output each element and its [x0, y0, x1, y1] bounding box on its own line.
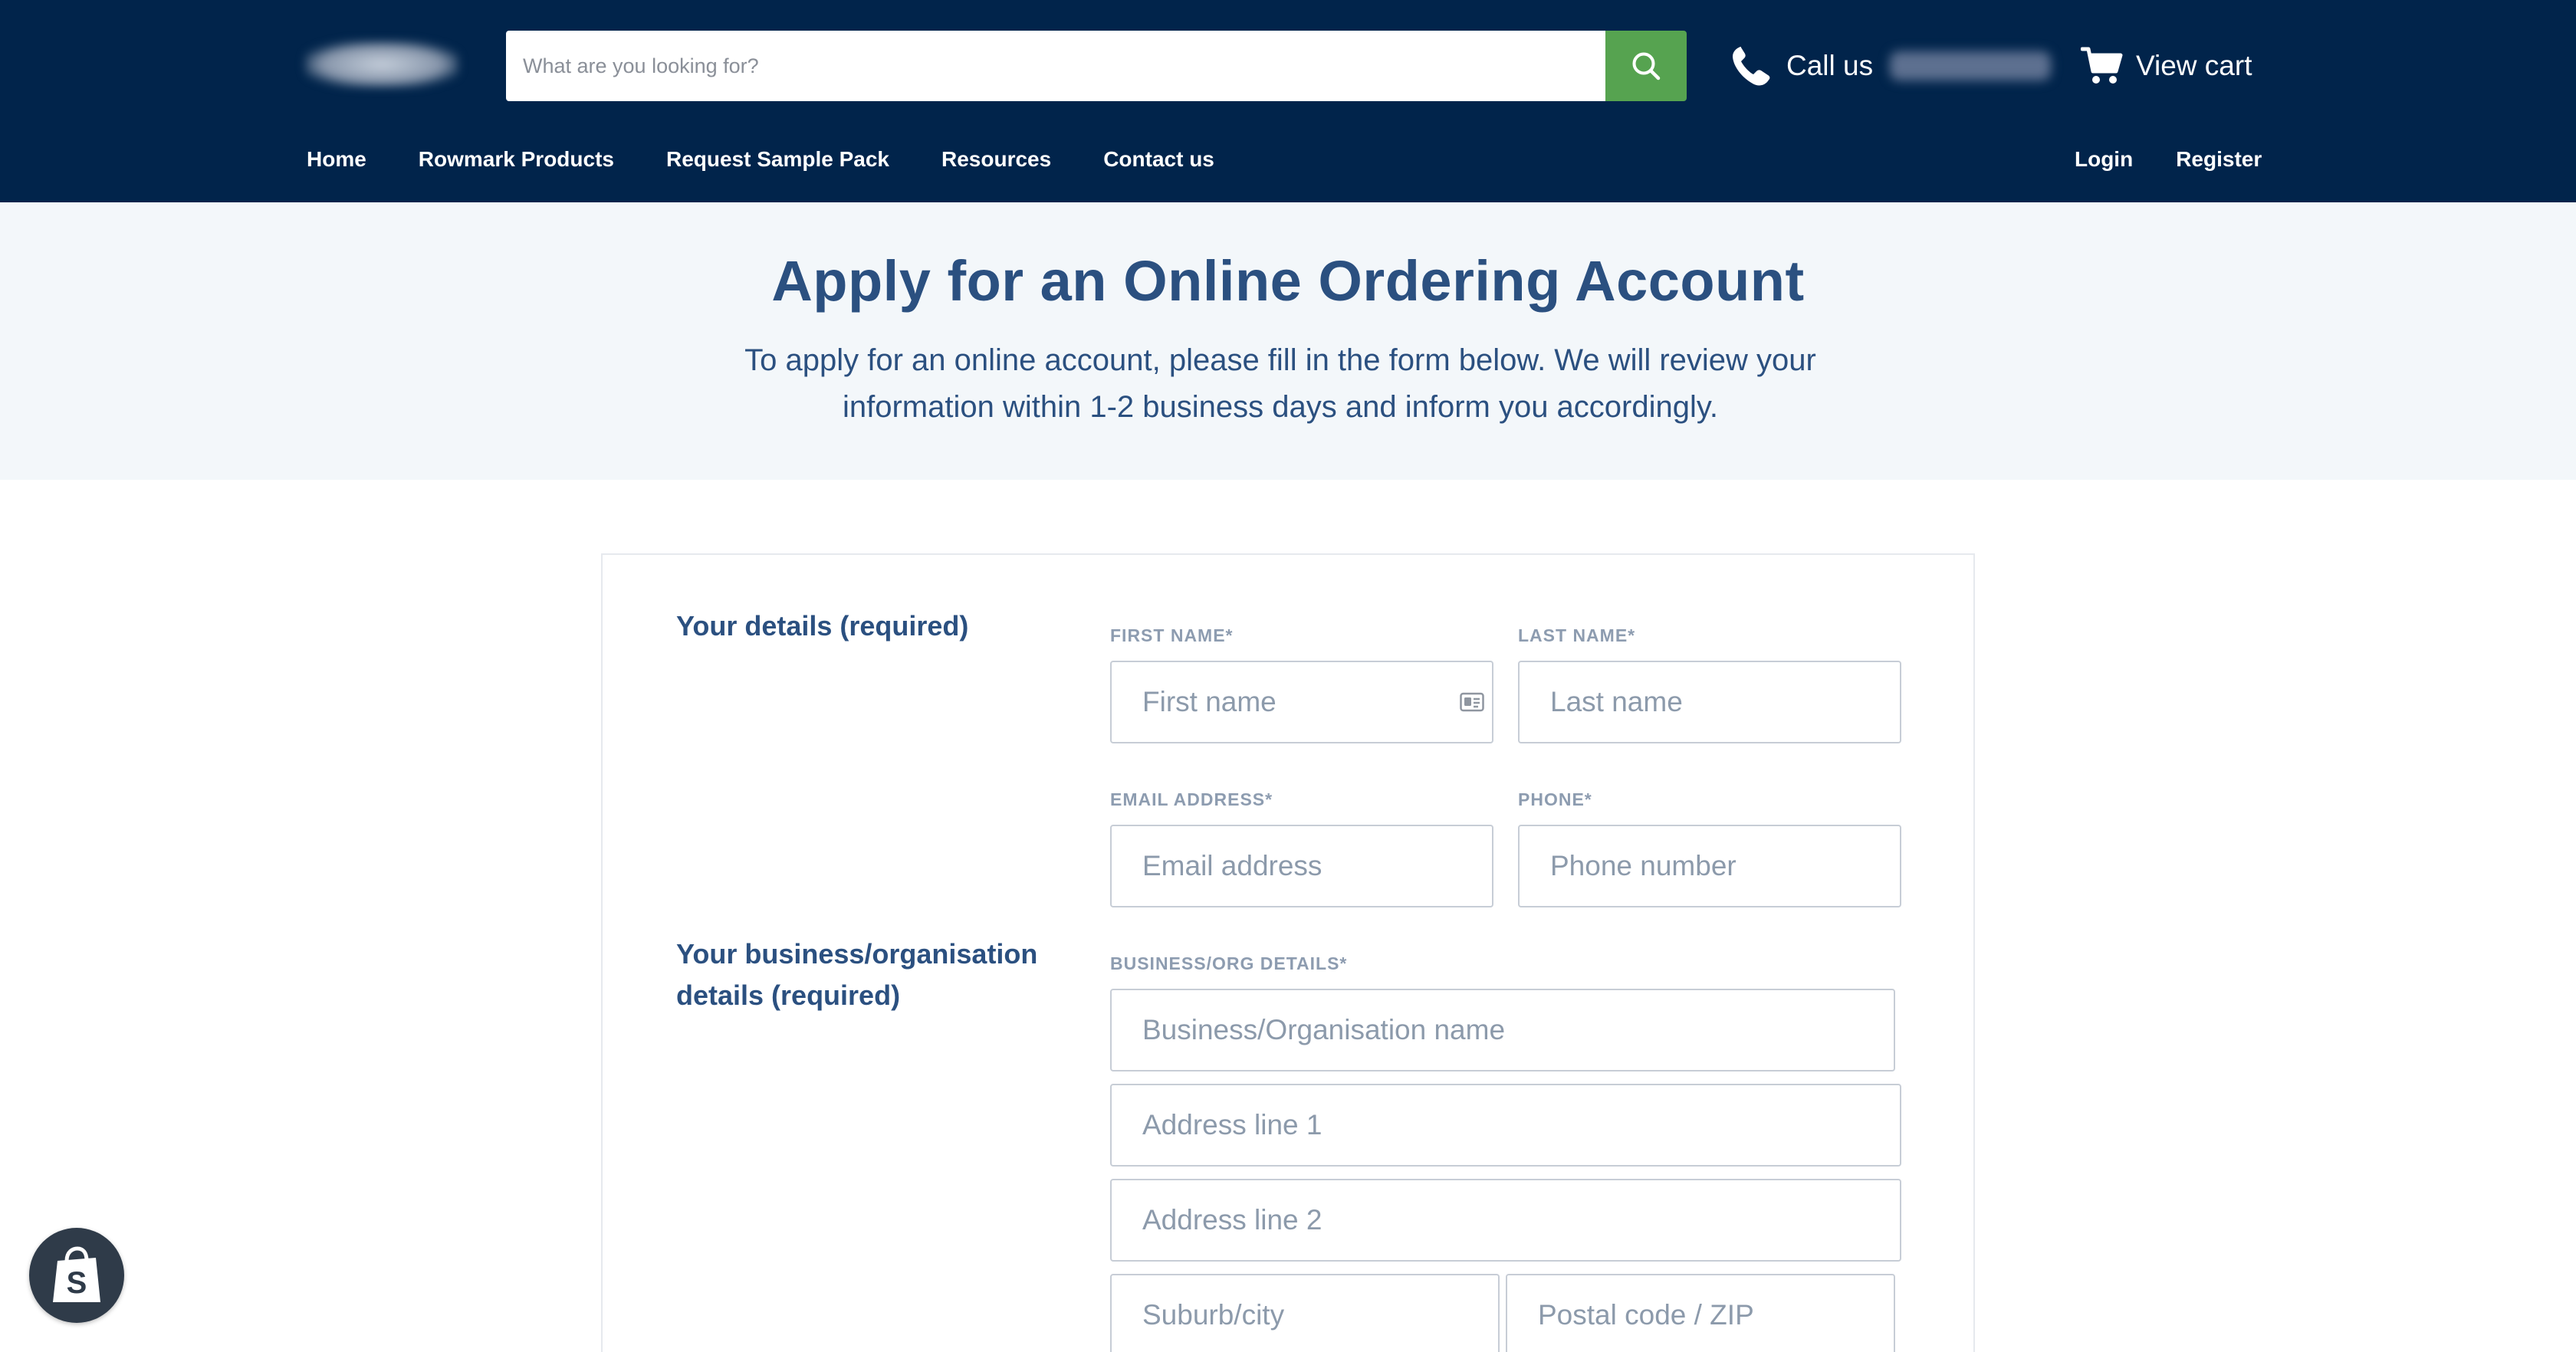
- phone-icon: [1733, 47, 1770, 86]
- account-nav: Login Register: [2075, 143, 2262, 176]
- first-name-placeholder: First name: [1142, 686, 1276, 717]
- phone-placeholder: Phone number: [1550, 850, 1737, 881]
- address-line-2-field[interactable]: Address line 2: [1110, 1179, 1901, 1262]
- contact-card-icon[interactable]: [1460, 691, 1484, 713]
- org-name-field[interactable]: Business/Organisation name: [1110, 989, 1895, 1071]
- view-cart-label: View cart: [2136, 50, 2252, 81]
- page-description: To apply for an online account, please f…: [744, 343, 1816, 424]
- search-button[interactable]: [1605, 31, 1687, 101]
- email-field[interactable]: Email address: [1110, 825, 1493, 907]
- city-placeholder: Suburb/city: [1142, 1299, 1285, 1331]
- nav-item-request-sample-pack[interactable]: Request Sample Pack: [666, 147, 889, 172]
- first-name-label: FIRST NAME*: [1110, 625, 1234, 645]
- email-label: EMAIL ADDRESS*: [1110, 789, 1273, 809]
- nav-item-contact-us[interactable]: Contact us: [1103, 147, 1214, 172]
- search-input[interactable]: What are you looking for?: [506, 31, 1605, 101]
- main-nav: Home Rowmark Products Request Sample Pac…: [307, 143, 1214, 176]
- shopify-badge-button[interactable]: S: [29, 1228, 124, 1323]
- last-name-label: LAST NAME*: [1518, 625, 1636, 645]
- email-placeholder: Email address: [1142, 850, 1322, 881]
- nav-item-resources[interactable]: Resources: [941, 147, 1051, 172]
- login-link[interactable]: Login: [2075, 147, 2133, 172]
- org-name-placeholder: Business/Organisation name: [1142, 1014, 1506, 1045]
- business-heading-line2: details (required): [676, 980, 901, 1011]
- address-line-1-field[interactable]: Address line 1: [1110, 1084, 1901, 1167]
- your-details-heading: Your details (required): [676, 610, 969, 642]
- nav-item-rowmark-products[interactable]: Rowmark Products: [419, 147, 614, 172]
- svg-text:S: S: [67, 1266, 87, 1300]
- business-details-heading: Your business/organisation details (requ…: [676, 934, 1037, 1016]
- postal-code-placeholder: Postal code / ZIP: [1538, 1299, 1754, 1331]
- postal-code-field[interactable]: Postal code / ZIP: [1506, 1274, 1895, 1352]
- view-cart-link[interactable]: View cart: [2081, 38, 2252, 94]
- page-hero: Apply for an Online Ordering Account To …: [0, 202, 2576, 480]
- phone-field[interactable]: Phone number: [1518, 825, 1901, 907]
- call-us-label: Call us: [1786, 50, 1874, 81]
- call-us-link[interactable]: Call us: [1730, 38, 2052, 94]
- last-name-field[interactable]: Last name: [1518, 661, 1901, 743]
- site-header: What are you looking for? Call us View c…: [0, 0, 2576, 202]
- business-heading-line1: Your business/organisation: [676, 938, 1038, 970]
- register-link[interactable]: Register: [2176, 147, 2262, 172]
- last-name-placeholder: Last name: [1550, 686, 1683, 717]
- city-field[interactable]: Suburb/city: [1110, 1274, 1500, 1352]
- application-form: Your details (required) FIRST NAME* Firs…: [601, 553, 1975, 1352]
- address-line-1-placeholder: Address line 1: [1142, 1109, 1322, 1140]
- store-logo[interactable]: [305, 41, 458, 87]
- phone-number-redacted: [1890, 51, 2052, 80]
- business-details-label: BUSINESS/ORG DETAILS*: [1110, 953, 1348, 973]
- nav-item-home[interactable]: Home: [307, 147, 366, 172]
- search-icon: [1632, 52, 1661, 80]
- search-placeholder: What are you looking for?: [523, 54, 759, 77]
- first-name-field[interactable]: First name: [1110, 661, 1493, 743]
- shopify-bag-icon: S: [53, 1246, 100, 1302]
- address-line-2-placeholder: Address line 2: [1142, 1204, 1322, 1236]
- phone-label: PHONE*: [1518, 789, 1592, 809]
- page-title: Apply for an Online Ordering Account: [771, 249, 1805, 313]
- cart-icon: [2081, 47, 2123, 84]
